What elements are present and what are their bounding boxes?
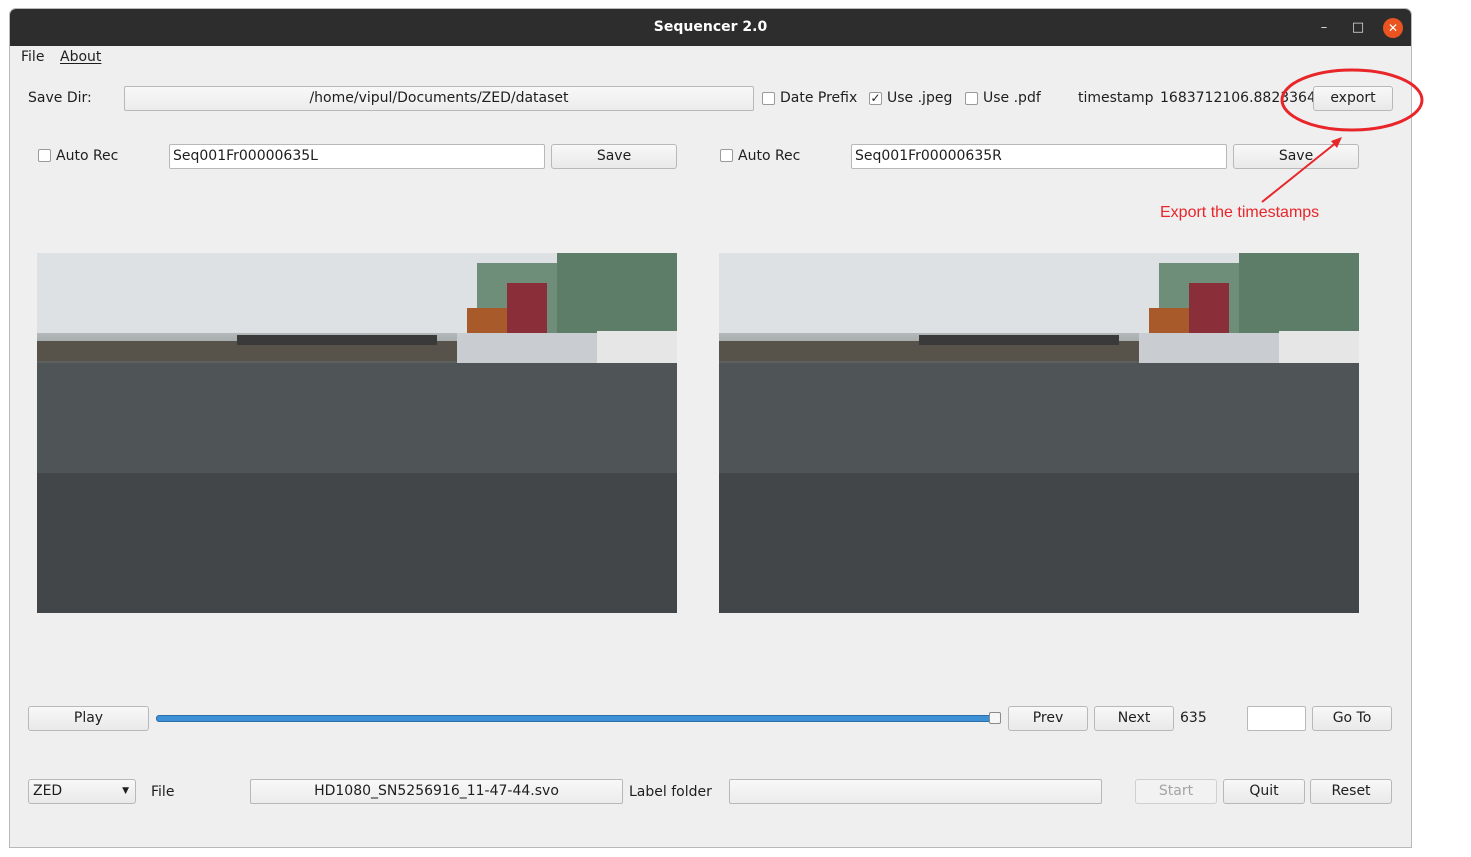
annotation-text: Export the timestamps (1160, 204, 1320, 221)
annotation-arrow (1261, 141, 1338, 203)
annotation-overlay (1261, 68, 1424, 203)
highlight-ellipse (1280, 68, 1424, 132)
